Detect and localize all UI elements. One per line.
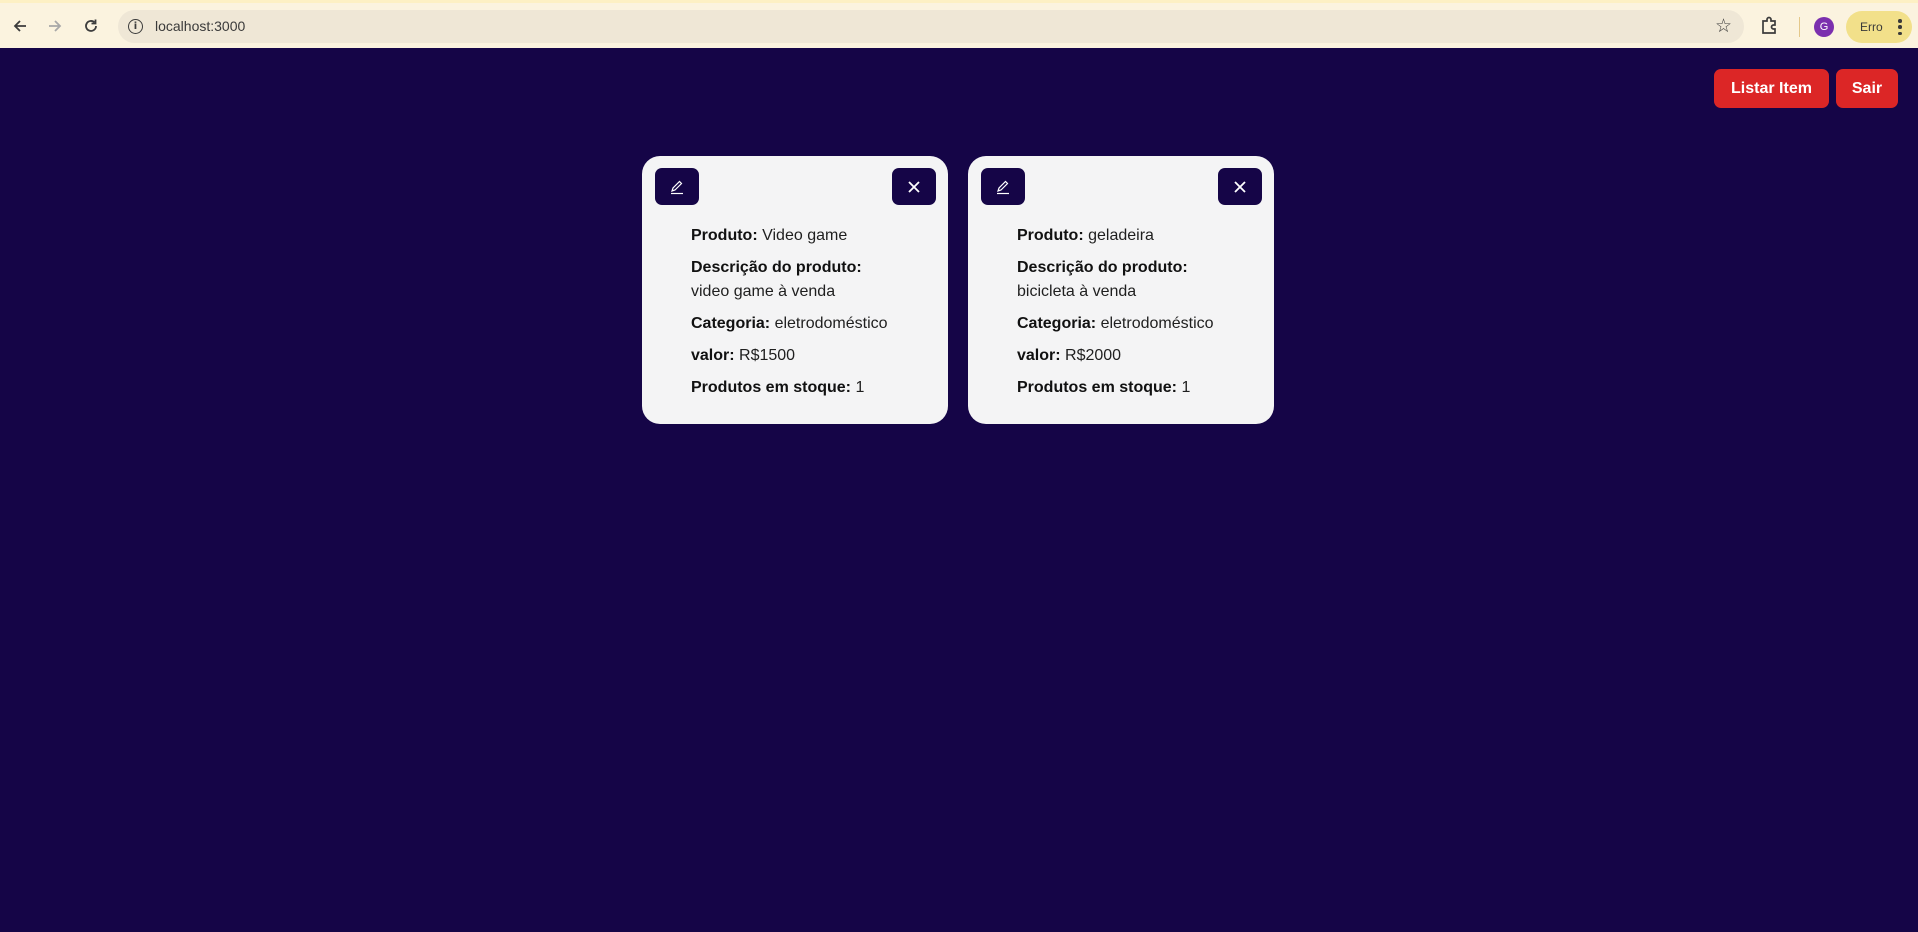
- product-stock-row: Produtos em stoque: 1: [1017, 376, 1267, 400]
- product-stock-label: Produtos em stoque:: [691, 379, 852, 396]
- product-name-row: Produto: Video game: [691, 224, 941, 248]
- product-description-label: Descrição do produto:: [1017, 259, 1188, 276]
- product-details: Produto: Video game Descrição do produto…: [691, 224, 941, 408]
- toolbar-divider: [1799, 17, 1800, 37]
- pencil-icon: [997, 180, 1009, 194]
- list-item-button[interactable]: Listar Item: [1714, 69, 1829, 108]
- product-description: video game à venda: [691, 283, 836, 300]
- url-text[interactable]: localhost:3000: [155, 18, 245, 34]
- product-price-label: valor:: [691, 347, 735, 364]
- close-icon: [908, 180, 920, 193]
- product-description: bicicleta à venda: [1017, 283, 1137, 300]
- browser-toolbar: i localhost:3000 ☆ G Erro: [0, 0, 1918, 48]
- product-description-label: Descrição do produto:: [691, 259, 862, 276]
- product-description-row: Descrição do produto: bicicleta à venda: [1017, 256, 1267, 304]
- bookmark-star-icon[interactable]: ☆: [1715, 15, 1732, 37]
- product-stock-label: Produtos em stoque:: [1017, 379, 1178, 396]
- close-icon: [1234, 180, 1246, 193]
- profile-avatar[interactable]: G: [1814, 17, 1834, 37]
- product-details: Produto: geladeira Descrição do produto:…: [1017, 224, 1267, 408]
- product-price-row: valor: R$1500: [691, 344, 941, 368]
- product-name: Video game: [762, 227, 848, 244]
- product-stock-row: Produtos em stoque: 1: [691, 376, 941, 400]
- error-chip[interactable]: Erro: [1846, 11, 1912, 43]
- product-price: R$1500: [739, 347, 796, 364]
- product-description-row: Descrição do produto: video game à venda: [691, 256, 941, 304]
- delete-button[interactable]: [1218, 168, 1262, 205]
- product-category-row: Categoria: eletrodoméstico: [1017, 312, 1267, 336]
- more-vert-icon[interactable]: [1898, 19, 1902, 35]
- extensions-icon[interactable]: [1758, 15, 1782, 39]
- reload-icon[interactable]: [77, 12, 105, 40]
- pencil-icon: [671, 180, 683, 194]
- product-category: eletrodoméstico: [774, 315, 888, 332]
- address-bar[interactable]: i localhost:3000 ☆: [118, 10, 1744, 43]
- product-name-row: Produto: geladeira: [1017, 224, 1267, 248]
- edit-button[interactable]: [655, 168, 699, 205]
- edit-button[interactable]: [981, 168, 1025, 205]
- product-category: eletrodoméstico: [1100, 315, 1214, 332]
- product-category-label: Categoria:: [691, 315, 771, 332]
- product-category-label: Categoria:: [1017, 315, 1097, 332]
- product-card: Produto: Video game Descrição do produto…: [642, 156, 948, 424]
- product-price: R$2000: [1065, 347, 1122, 364]
- product-price-row: valor: R$2000: [1017, 344, 1267, 368]
- forward-arrow-icon[interactable]: [41, 12, 69, 40]
- product-stock: 1: [1181, 379, 1191, 396]
- product-card: Produto: geladeira Descrição do produto:…: [968, 156, 1274, 424]
- product-name-label: Produto:: [1017, 227, 1084, 244]
- error-chip-label: Erro: [1860, 20, 1883, 34]
- product-name-label: Produto:: [691, 227, 758, 244]
- product-name: geladeira: [1088, 227, 1154, 244]
- product-stock: 1: [855, 379, 865, 396]
- product-price-label: valor:: [1017, 347, 1061, 364]
- delete-button[interactable]: [892, 168, 936, 205]
- logout-button[interactable]: Sair: [1836, 69, 1898, 108]
- back-arrow-icon[interactable]: [6, 12, 34, 40]
- site-info-icon[interactable]: i: [128, 19, 143, 34]
- product-category-row: Categoria: eletrodoméstico: [691, 312, 941, 336]
